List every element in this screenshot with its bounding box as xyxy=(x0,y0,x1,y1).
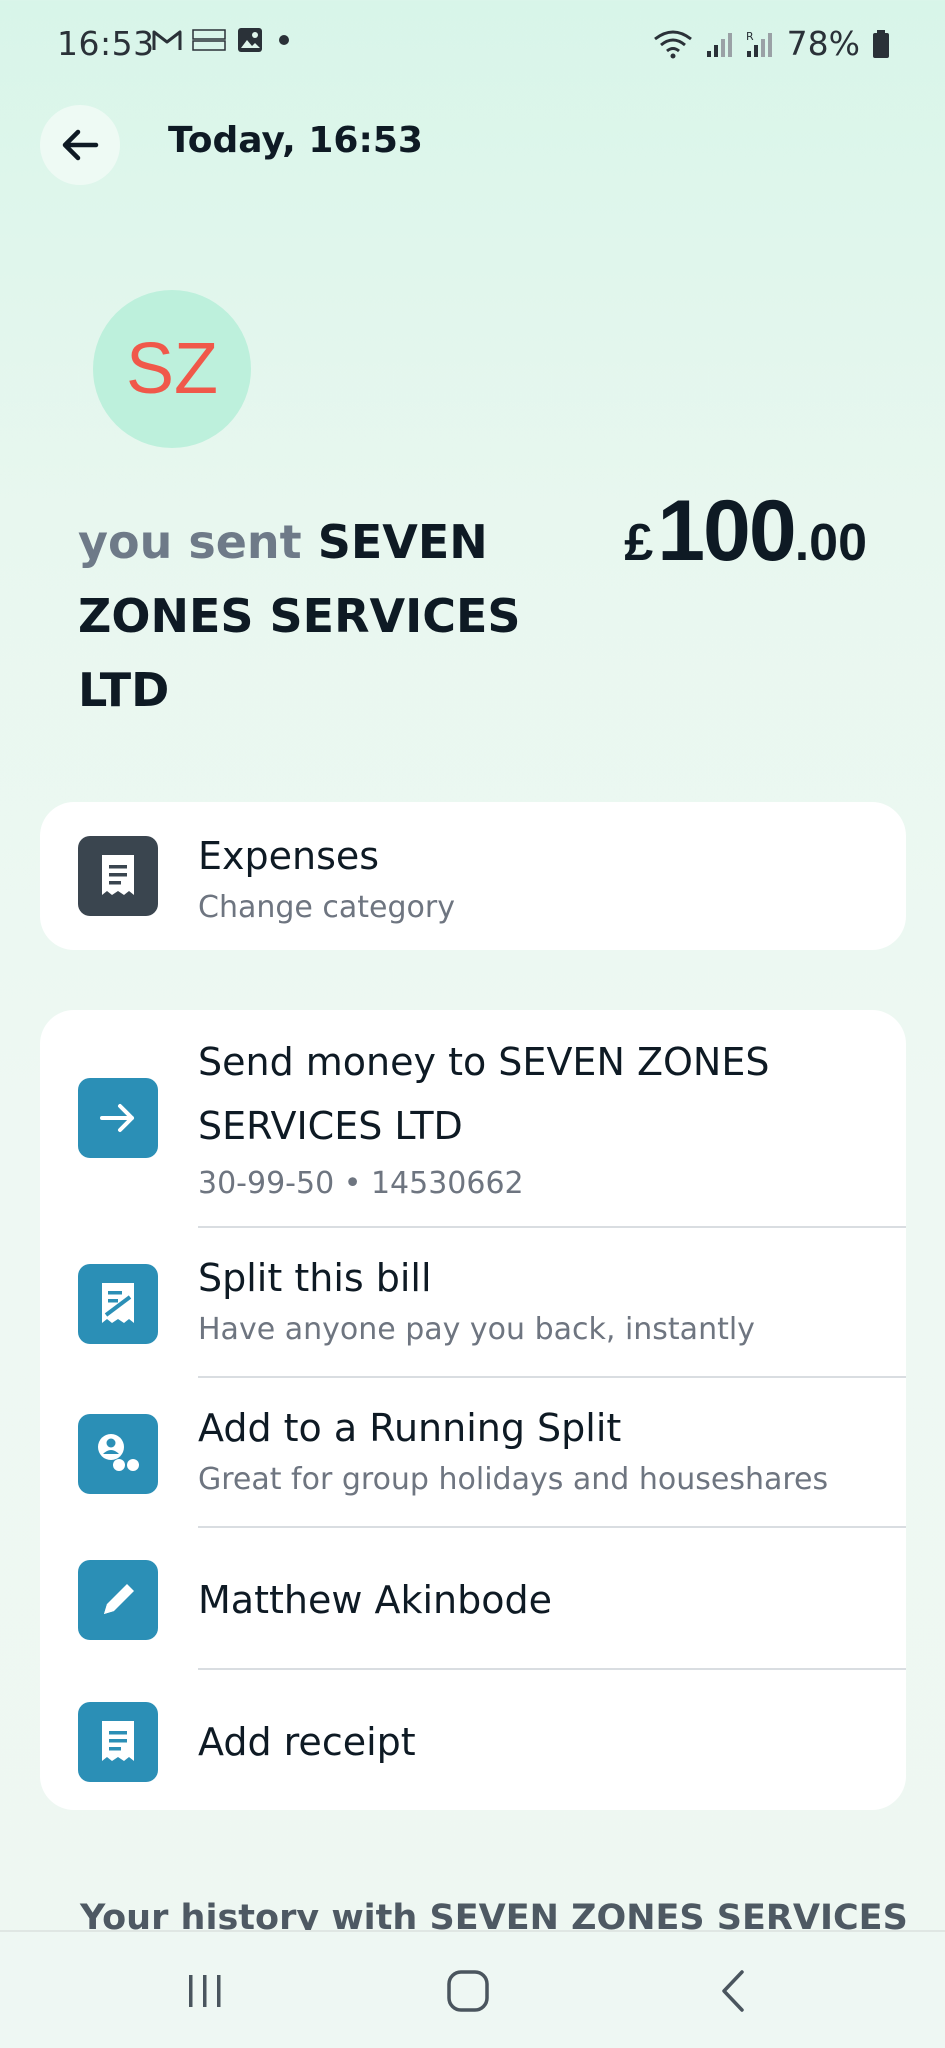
split-bill-title: Split this bill xyxy=(198,1256,432,1300)
add-receipt-title: Add receipt xyxy=(198,1720,416,1764)
sent-prefix: you sent xyxy=(78,515,318,569)
amount-major: 100 xyxy=(657,483,796,579)
divider xyxy=(198,1526,906,1528)
avatar-initials: SZ xyxy=(125,329,218,409)
home-icon xyxy=(447,1970,489,2012)
gmail-icon xyxy=(152,30,182,50)
signal-roaming-icon: R xyxy=(746,30,772,57)
send-money-icon-tile xyxy=(78,1078,158,1158)
battery-level: 78% xyxy=(786,24,860,63)
split-bill-subtitle: Have anyone pay you back, instantly xyxy=(198,1312,755,1347)
arrow-right-icon xyxy=(100,1104,134,1132)
gallery-icon xyxy=(238,28,262,52)
send-money-account: 30-99-50 • 14530662 xyxy=(198,1166,524,1201)
system-nav-bar xyxy=(0,1930,945,2048)
send-money-title: Send money to SEVEN ZONES SERVICES LTD xyxy=(198,1040,770,1148)
wifi-icon xyxy=(653,30,692,58)
category-card[interactable]: Expenses Change category xyxy=(40,802,906,950)
arrow-left-icon xyxy=(62,129,99,161)
temu-icon xyxy=(192,29,226,51)
note-icon-tile xyxy=(78,1560,158,1640)
split-bill-icon-tile xyxy=(78,1264,158,1344)
divider xyxy=(198,1668,906,1670)
divider xyxy=(198,1226,906,1228)
actions-card: Send money to SEVEN ZONES SERVICES LTD 3… xyxy=(40,1010,906,1810)
transaction-amount: £ 100 .00 xyxy=(624,482,867,581)
system-back-button[interactable] xyxy=(654,1932,814,2048)
category-subtitle[interactable]: Change category xyxy=(198,890,455,925)
category-icon-tile xyxy=(78,836,158,916)
back-button[interactable] xyxy=(40,105,120,185)
divider xyxy=(198,1376,906,1378)
chevron-left-icon xyxy=(722,1970,744,2012)
category-title: Expenses xyxy=(198,834,380,878)
status-time: 16:53 xyxy=(57,24,155,63)
recent-apps-button[interactable] xyxy=(125,1932,285,2048)
receipt-icon xyxy=(102,855,134,895)
receipt-icon xyxy=(102,1721,134,1761)
running-split-icon-tile xyxy=(78,1414,158,1494)
svg-text:R: R xyxy=(746,30,754,43)
signal-icon xyxy=(706,32,732,57)
battery-icon xyxy=(873,29,889,58)
transaction-description: you sent SEVEN ZONES SERVICES LTD xyxy=(78,505,558,727)
split-bill-icon xyxy=(102,1283,134,1323)
pencil-icon xyxy=(104,1584,134,1614)
amount-currency: £ xyxy=(624,514,654,572)
running-split-subtitle: Great for group holidays and houseshares xyxy=(198,1462,829,1497)
add-receipt-icon-tile xyxy=(78,1702,158,1782)
amount-minor: .00 xyxy=(794,514,867,572)
page-title: Today, 16:53 xyxy=(168,120,423,161)
status-bar: 16:53 R 78% xyxy=(0,0,945,88)
dot-icon xyxy=(279,35,289,45)
group-icon xyxy=(98,1434,139,1471)
home-button[interactable] xyxy=(388,1932,548,2048)
avatar: SZ xyxy=(93,290,251,448)
running-split-title: Add to a Running Split xyxy=(198,1406,622,1450)
recent-apps-icon xyxy=(189,1975,221,2007)
note-title: Matthew Akinbode xyxy=(198,1578,553,1622)
